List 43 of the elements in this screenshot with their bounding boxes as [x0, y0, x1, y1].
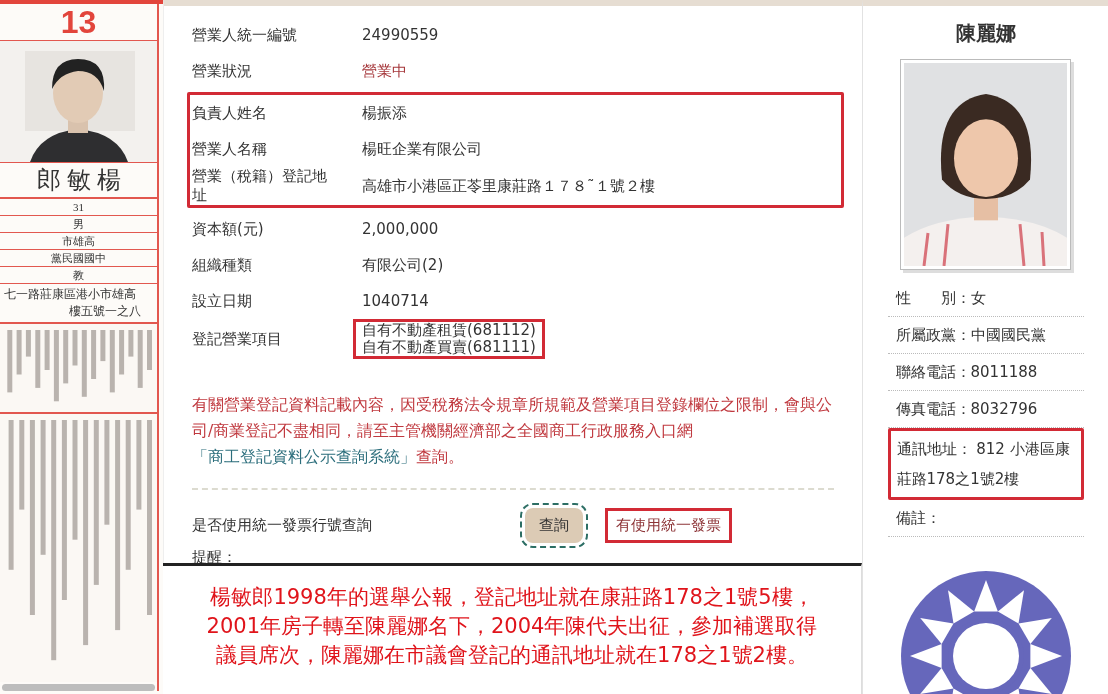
field-label: 資本額(元) — [192, 219, 265, 239]
field-label: 登記營業項目 — [192, 329, 283, 349]
sun-emblem-icon — [900, 571, 1071, 694]
candidate-name: 郎 敏 楊 — [0, 163, 157, 199]
field-label: 負責人姓名 — [192, 103, 268, 123]
field-label: 營業人名稱 — [192, 139, 268, 159]
field-value: 有限公司(2) — [362, 256, 444, 274]
field-value: 自有不動產租賃(681112) — [362, 322, 536, 339]
member-name: 陳麗娜 — [955, 20, 1016, 47]
result-frame: 有使用統一發票 — [605, 507, 732, 543]
field-value: 1040714 — [362, 292, 429, 310]
field-value: 2,000,000 — [362, 220, 439, 238]
info-text: 男 — [0, 216, 157, 233]
caption-text: 2001年房子轉至陳麗娜名下，2004年陳代夫出征，參加補選取得 — [206, 612, 818, 640]
field-value: 楊振添 — [362, 104, 407, 122]
field-label: 營業狀況 — [192, 61, 253, 81]
field-label: 組織種類 — [192, 255, 253, 275]
info-text: 傳真電話：8032796 — [895, 400, 1038, 418]
status-text: 營業中 — [362, 62, 407, 80]
registry-link[interactable]: 「商工登記資料公示查詢系統」 — [192, 448, 416, 466]
caption-text: 楊敏郎1998年的選舉公報，登記地址就在康莊路178之1號5樓， — [210, 583, 814, 611]
info-text: 教 — [0, 267, 157, 284]
field-value: 自有不動產買賣(681111) — [362, 339, 536, 356]
info-text: 31 — [0, 199, 157, 216]
info-text: 黨民國國中 — [0, 250, 157, 267]
info-text: 市雄高 — [0, 233, 157, 250]
address-text: 樓五號一之八 — [69, 303, 142, 320]
question-label: 是否使用統一發票行號查詢 — [192, 515, 373, 535]
info-text: 性 別：女 — [895, 289, 986, 307]
notice-text: 有關營業登記資料記載內容，因受稅務法令規章所規範及營業項目登錄欄位之限制，會與公司/商業登記不盡相同，請至主管機關經濟部之全國商工行政服務入口網 「商工登記資料公示查詢系統」查詢。 — [192, 395, 833, 468]
address-text: 通訊地址： 812 小港區康莊路178之1號2樓 — [887, 428, 1084, 500]
field-value: 24990559 — [362, 26, 439, 44]
scrollbar[interactable] — [2, 684, 155, 691]
field-label: 營業人統一編號 — [192, 25, 298, 45]
address-text: 七一路莊康區港小市雄高 — [4, 286, 137, 303]
info-text: 聯絡電話：8011188 — [895, 363, 1038, 381]
field-label: 設立日期 — [192, 291, 253, 311]
field-value: 高雄市小港區正苓里康莊路１７８˜１號２樓 — [362, 177, 655, 195]
caption-text: 議員席次，陳麗娜在市議會登記的通訊地址就在178之1號2樓。 — [216, 641, 808, 669]
info-text: 備註： — [895, 509, 941, 527]
field-value: 楊旺企業有限公司 — [362, 140, 482, 158]
info-text: 所屬政黨：中國國民黨 — [895, 326, 1046, 344]
field-label: 營業（稅籍）登記地址 — [192, 167, 328, 205]
